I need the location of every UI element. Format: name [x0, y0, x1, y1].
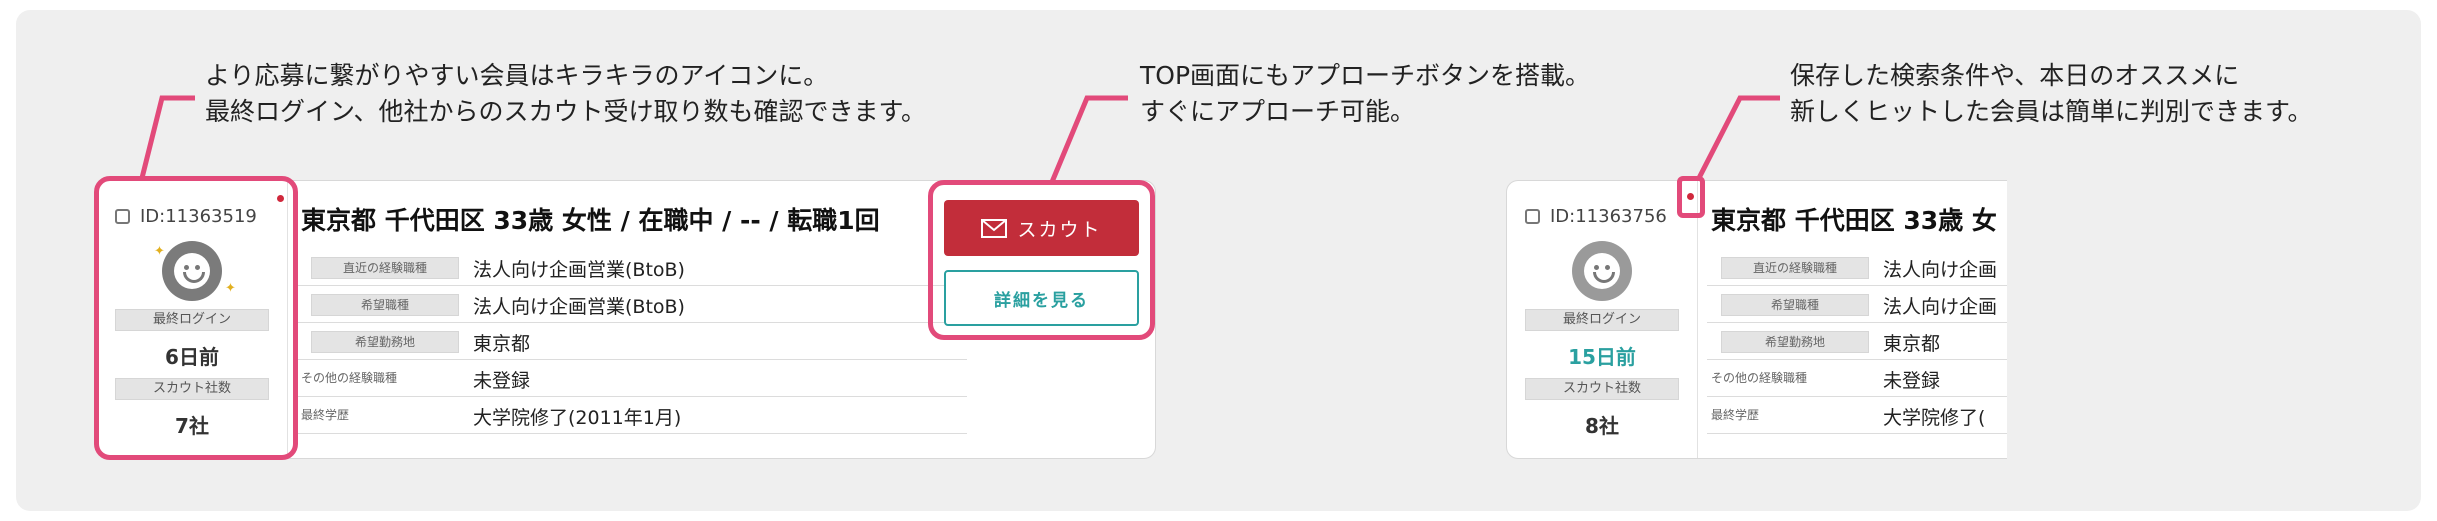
callout-lines	[139, 95, 1780, 183]
